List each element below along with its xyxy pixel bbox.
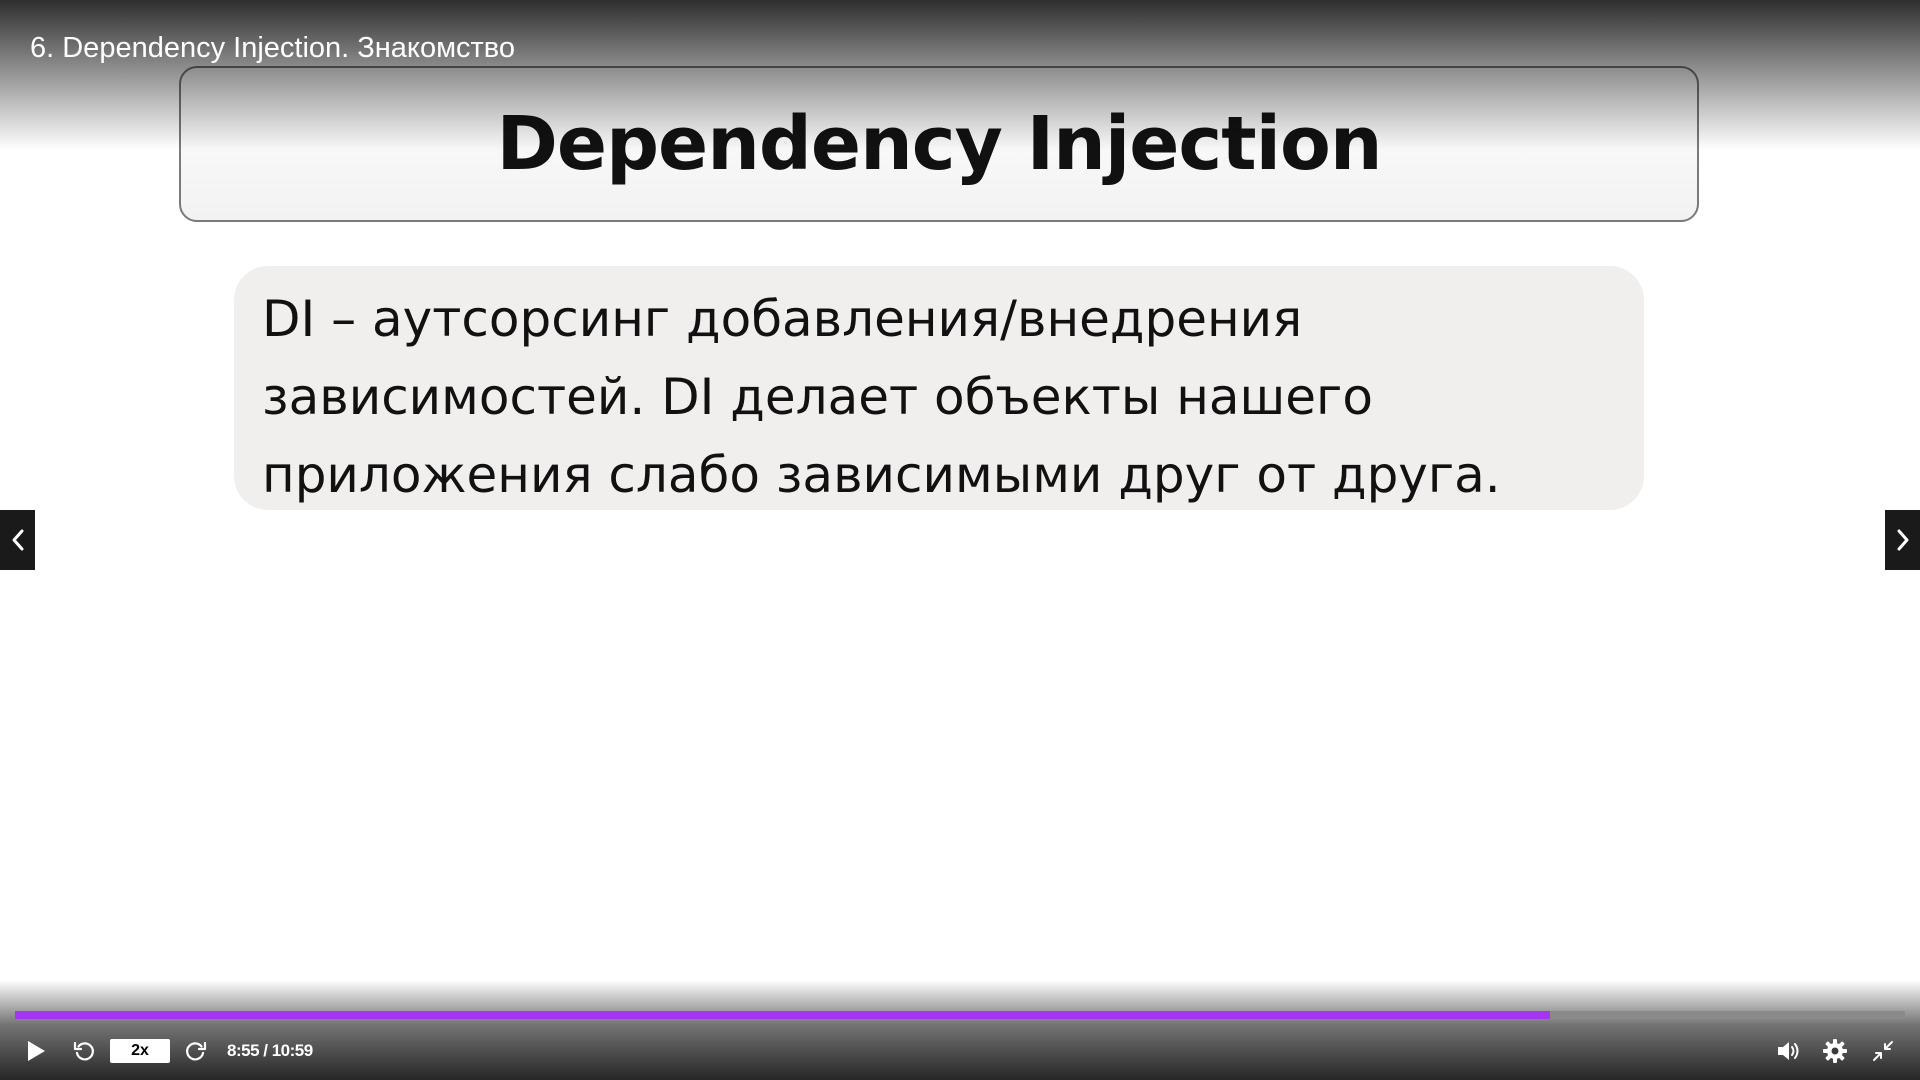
slide-body-box: DI – аутсорсинг добавления/внедрения зав… bbox=[234, 266, 1644, 510]
progress-bar-fill bbox=[15, 1011, 1550, 1019]
rewind-button[interactable] bbox=[68, 1030, 100, 1072]
gear-icon bbox=[1823, 1039, 1847, 1063]
slide-body-line: DI – аутсорсинг добавления/внедрения bbox=[262, 290, 1303, 348]
duration: 10:59 bbox=[271, 1041, 313, 1060]
time-display: 8:55 / 10:59 bbox=[227, 1030, 313, 1072]
time-separator: / bbox=[259, 1041, 272, 1060]
control-bar: 2x 8:55 / 10:59 bbox=[0, 1030, 1920, 1072]
chevron-left-icon bbox=[12, 529, 23, 551]
chevron-right-icon bbox=[1897, 529, 1908, 551]
video-title: 6. Dependency Injection. Знакомство bbox=[30, 32, 515, 64]
exit-fullscreen-icon bbox=[1873, 1041, 1893, 1061]
slide-body: DI – аутсорсинг добавления/внедрения зав… bbox=[262, 280, 1616, 514]
slide-title: Dependency Injection bbox=[496, 101, 1382, 187]
forward-icon bbox=[186, 1041, 207, 1061]
volume-icon bbox=[1778, 1042, 1799, 1060]
playback-speed-button[interactable]: 2x bbox=[110, 1039, 170, 1063]
rewind-icon bbox=[73, 1041, 94, 1061]
video-player[interactable]: Dependency Injection DI – аутсорсинг доб… bbox=[0, 0, 1920, 1080]
play-icon bbox=[28, 1041, 45, 1061]
settings-button[interactable] bbox=[1818, 1030, 1852, 1072]
previous-lecture-button[interactable] bbox=[0, 510, 35, 570]
exit-fullscreen-button[interactable] bbox=[1866, 1030, 1900, 1072]
progress-bar[interactable] bbox=[15, 1011, 1905, 1019]
slide-body-line: зависимостей. DI делает объекты нашего bbox=[262, 368, 1373, 426]
play-button[interactable] bbox=[20, 1030, 52, 1072]
slide-title-box: Dependency Injection bbox=[179, 66, 1699, 222]
volume-button[interactable] bbox=[1772, 1030, 1806, 1072]
slide: Dependency Injection DI – аутсорсинг доб… bbox=[0, 0, 1920, 1000]
slide-body-line: приложения слабо зависимыми друг от друг… bbox=[262, 446, 1501, 504]
current-time: 8:55 bbox=[227, 1041, 260, 1060]
next-lecture-button[interactable] bbox=[1885, 510, 1920, 570]
forward-button[interactable] bbox=[180, 1030, 212, 1072]
